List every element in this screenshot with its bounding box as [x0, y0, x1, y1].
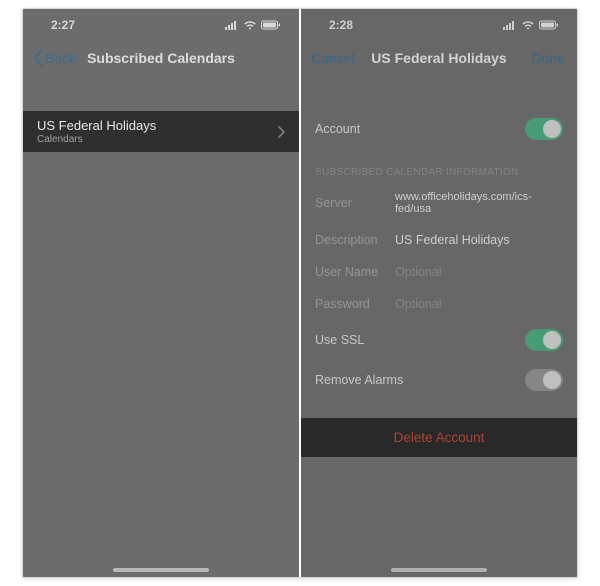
server-row[interactable]: Server www.officeholidays.com/ics-fed/us…: [301, 182, 577, 224]
account-row: Account: [301, 109, 577, 149]
ssl-toggle[interactable]: [525, 329, 563, 351]
home-indicator[interactable]: [391, 568, 487, 572]
chevron-left-icon: [33, 50, 43, 66]
back-label: Back: [45, 50, 76, 66]
status-time: 2:28: [329, 18, 353, 32]
username-placeholder: Optional: [395, 265, 442, 279]
section-header: SUBSCRIBED CALENDAR INFORMATION: [301, 149, 577, 182]
signal-icon: [503, 20, 517, 30]
alarms-row: Remove Alarms: [301, 360, 577, 400]
status-time: 2:27: [51, 18, 75, 32]
cancel-button[interactable]: Cancel: [305, 39, 361, 77]
ssl-row: Use SSL: [301, 320, 577, 360]
row-title: US Federal Holidays: [37, 118, 156, 133]
ssl-label: Use SSL: [315, 333, 364, 347]
delete-account-button[interactable]: Delete Account: [301, 418, 577, 457]
delete-label: Delete Account: [394, 430, 485, 445]
username-label: User Name: [315, 265, 395, 279]
row-subtitle: Calendars: [37, 134, 156, 145]
username-row[interactable]: User Name Optional: [301, 256, 577, 288]
battery-icon: [539, 20, 559, 30]
description-label: Description: [315, 233, 395, 247]
nav-title: Subscribed Calendars: [87, 50, 235, 66]
status-bar: 2:27: [23, 9, 299, 39]
nav-bar: Back Subscribed Calendars: [23, 39, 299, 77]
home-indicator[interactable]: [113, 568, 209, 572]
password-placeholder: Optional: [395, 297, 442, 311]
done-button[interactable]: Done: [526, 39, 571, 77]
battery-icon: [261, 20, 281, 30]
account-label: Account: [315, 122, 360, 136]
password-row[interactable]: Password Optional: [301, 288, 577, 320]
nav-bar: Cancel US Federal Holidays Done: [301, 39, 577, 77]
wifi-icon: [521, 20, 535, 30]
nav-title: US Federal Holidays: [371, 50, 506, 66]
description-value: US Federal Holidays: [395, 233, 510, 247]
phone-right: 2:28 Cancel US Federal Holidays Done: [301, 9, 577, 577]
status-icons: [503, 20, 559, 30]
subscribed-calendar-row[interactable]: US Federal Holidays Calendars: [23, 111, 299, 152]
server-value: www.officeholidays.com/ics-fed/usa: [395, 191, 563, 215]
password-label: Password: [315, 297, 395, 311]
status-icons: [225, 20, 281, 30]
server-label: Server: [315, 196, 395, 210]
cancel-label: Cancel: [311, 50, 355, 66]
signal-icon: [225, 20, 239, 30]
alarms-toggle[interactable]: [525, 369, 563, 391]
status-bar: 2:28: [301, 9, 577, 39]
wifi-icon: [243, 20, 257, 30]
account-toggle[interactable]: [525, 118, 563, 140]
description-row[interactable]: Description US Federal Holidays: [301, 224, 577, 256]
chevron-right-icon: [278, 126, 285, 138]
alarms-label: Remove Alarms: [315, 373, 403, 387]
phone-left: 2:27 Back Subscribed Calendars: [23, 9, 299, 577]
back-button[interactable]: Back: [27, 39, 82, 77]
done-label: Done: [532, 50, 565, 66]
